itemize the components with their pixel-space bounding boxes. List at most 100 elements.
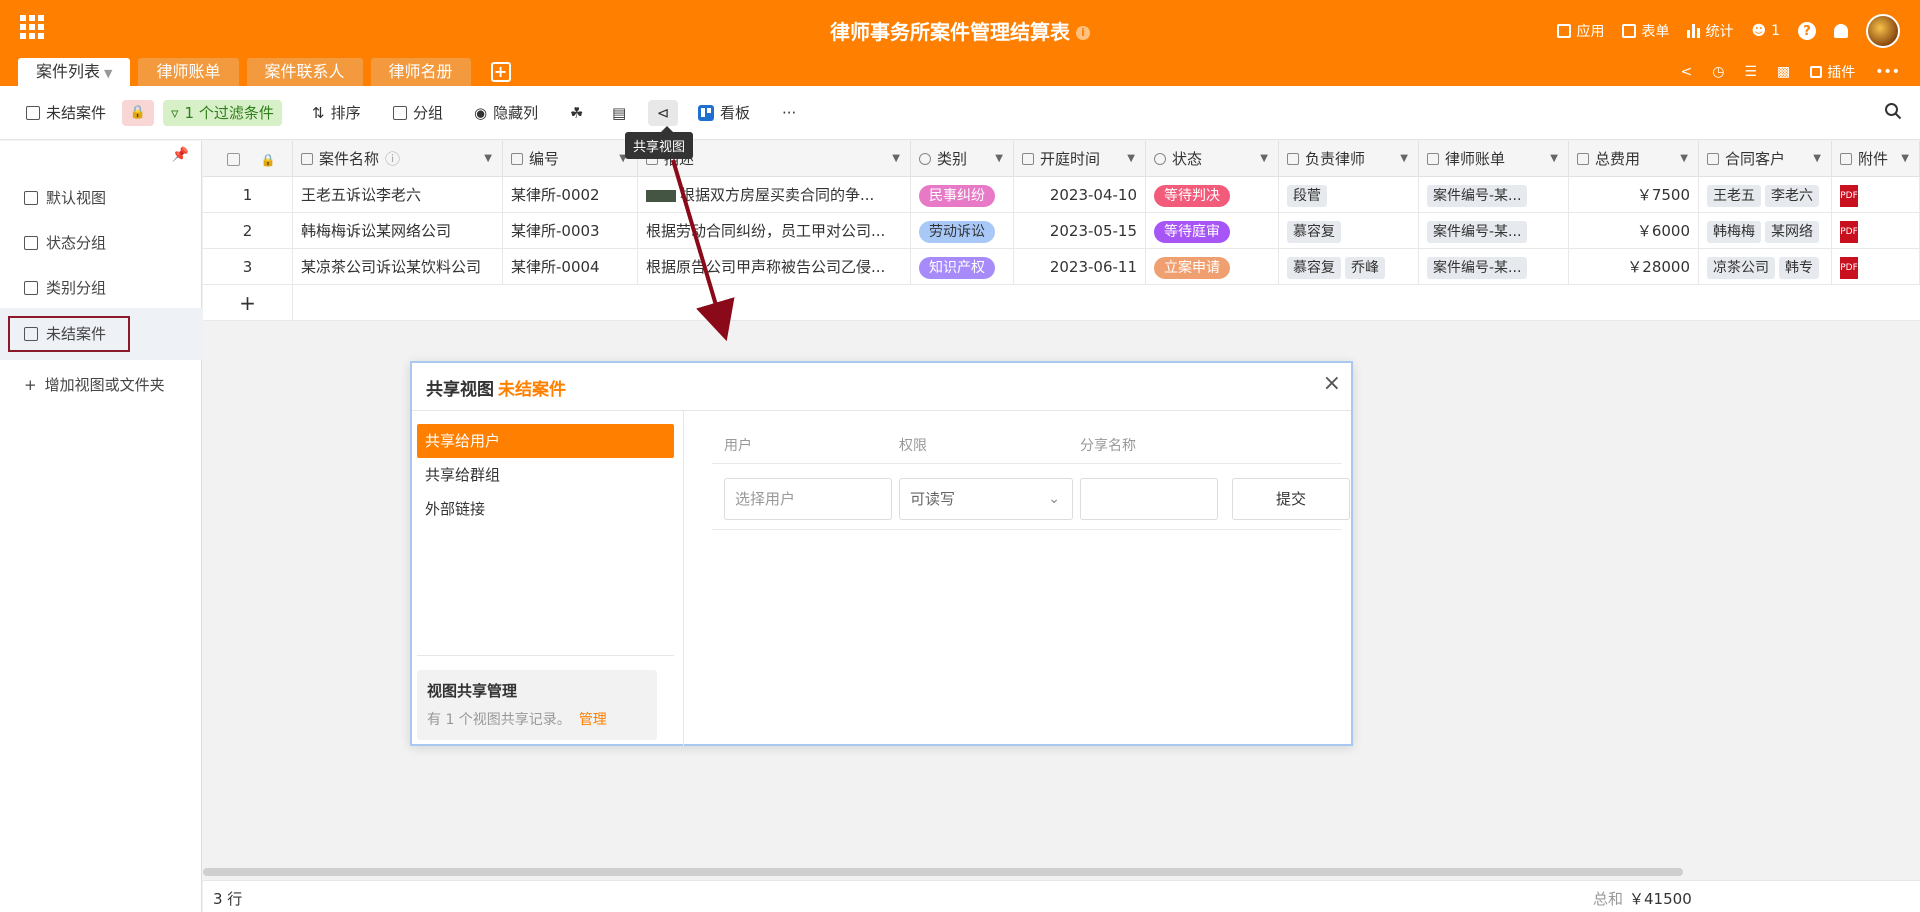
cell-bill[interactable]: 案件编号-某... xyxy=(1419,249,1569,285)
cell-category[interactable]: 知识产权 xyxy=(911,249,1014,285)
avatar[interactable] xyxy=(1866,14,1900,48)
dropdown-icon[interactable]: ▼ xyxy=(1813,141,1821,177)
sidebar-item-default-view[interactable]: 默认视图 xyxy=(24,185,106,211)
pdf-file-icon[interactable]: PDF xyxy=(1840,184,1858,207)
cell-lawyer[interactable]: 慕容复 乔峰 xyxy=(1279,249,1419,285)
add-row[interactable]: + xyxy=(203,285,1920,321)
cell-code[interactable]: 某律所-0003 xyxy=(503,213,638,249)
tab-lawyer-roster[interactable]: 律师名册 xyxy=(370,58,471,86)
info-icon[interactable]: i xyxy=(1076,26,1090,40)
cell-lawyer[interactable]: 段菅 xyxy=(1279,177,1419,213)
cell-case-name[interactable]: 韩梅梅诉讼某网络公司 xyxy=(293,213,503,249)
script-icon[interactable]: ▩ xyxy=(1777,64,1790,80)
column-header-client[interactable]: 合同客户 ▼ xyxy=(1699,141,1832,177)
forms-button[interactable]: 表单 xyxy=(1622,21,1669,41)
row-height-icon[interactable]: ▤ xyxy=(612,100,626,126)
table-row[interactable]: 3 某凉茶公司诉讼某饮料公司 某律所-0004 根据原告公司甲声称被告公司乙侵.… xyxy=(203,249,1920,285)
column-header-total-fee[interactable]: 总费用 ▼ xyxy=(1569,141,1699,177)
bell-icon[interactable] xyxy=(1834,24,1848,38)
cell-client[interactable]: 韩梅梅 某网络 xyxy=(1699,213,1832,249)
submit-button[interactable]: 提交 xyxy=(1232,478,1350,520)
cell-date[interactable]: 2023-05-15 xyxy=(1014,213,1146,249)
cell-description[interactable]: 根据双方房屋买卖合同的争... xyxy=(638,177,911,213)
tab-case-contacts[interactable]: 案件联系人 xyxy=(246,58,363,86)
cell-category[interactable]: 民事纠纷 xyxy=(911,177,1014,213)
dropdown-icon[interactable]: ▼ xyxy=(995,141,1003,177)
tab-case-list[interactable]: 案件列表 ▼ xyxy=(18,58,131,86)
share-icon[interactable]: < xyxy=(1680,64,1692,80)
paint-bucket-icon[interactable]: ☘ xyxy=(570,100,583,126)
column-header-attachment[interactable]: 附件 ▼ xyxy=(1832,141,1920,177)
select-all-checkbox[interactable] xyxy=(227,153,240,166)
stats-button[interactable]: 统计 xyxy=(1687,21,1733,41)
cell-bill[interactable]: 案件编号-某... xyxy=(1419,213,1569,249)
apps-button[interactable]: 应用 xyxy=(1557,21,1604,41)
cell-case-name[interactable]: 某凉茶公司诉讼某饮料公司 xyxy=(293,249,503,285)
pdf-file-icon[interactable]: PDF xyxy=(1840,220,1858,243)
share-view-button[interactable]: ⊲ xyxy=(648,100,678,126)
search-icon[interactable] xyxy=(1884,102,1902,120)
cell-date[interactable]: 2023-04-10 xyxy=(1014,177,1146,213)
share-name-input[interactable] xyxy=(1080,478,1218,520)
add-table-button[interactable]: + xyxy=(490,62,511,82)
cell-bill[interactable]: 案件编号-某... xyxy=(1419,177,1569,213)
dropdown-icon[interactable]: ▼ xyxy=(1400,141,1408,177)
horizontal-scrollbar[interactable] xyxy=(203,868,1683,876)
lock-icon[interactable]: 🔒 xyxy=(122,100,154,126)
cell-attachment[interactable]: PDF xyxy=(1832,213,1920,249)
cell-category[interactable]: 劳动诉讼 xyxy=(911,213,1014,249)
cell-code[interactable]: 某律所-0002 xyxy=(503,177,638,213)
cell-description[interactable]: 根据原告公司甲声称被告公司乙侵... xyxy=(638,249,911,285)
help-icon[interactable]: ? xyxy=(1798,22,1816,40)
cell-status[interactable]: 等待庭审 xyxy=(1146,213,1279,249)
cell-client[interactable]: 凉茶公司 韩专 xyxy=(1699,249,1832,285)
collaborators-button[interactable]: ☻ 1 xyxy=(1751,23,1780,39)
add-row-button[interactable]: + xyxy=(203,285,293,321)
manage-link[interactable]: 管理 xyxy=(579,712,607,728)
dropdown-icon[interactable]: ▼ xyxy=(484,141,492,177)
user-select[interactable]: 选择用户 xyxy=(724,478,892,520)
cell-client[interactable]: 王老五 李老六 xyxy=(1699,177,1832,213)
pin-icon[interactable]: 📌 xyxy=(172,147,189,163)
column-header-category[interactable]: 类别 ▼ xyxy=(911,141,1014,177)
dropdown-icon[interactable]: ▼ xyxy=(1901,141,1909,177)
pdf-file-icon[interactable]: PDF xyxy=(1840,256,1858,279)
hide-columns-button[interactable]: ◉ 隐藏列 xyxy=(474,100,538,126)
group-button[interactable]: 分组 xyxy=(393,100,443,126)
column-header-status[interactable]: 状态 ▼ xyxy=(1146,141,1279,177)
cell-lawyer[interactable]: 慕容复 xyxy=(1279,213,1419,249)
column-header-name[interactable]: 案件名称 ⓘ ▼ xyxy=(293,141,503,177)
table-row[interactable]: 1 王老五诉讼李老六 某律所-0002 根据双方房屋买卖合同的争... 民事纠纷… xyxy=(203,177,1920,213)
history-icon[interactable]: ◷ xyxy=(1712,64,1724,80)
cell-status[interactable]: 立案申请 xyxy=(1146,249,1279,285)
column-header-date[interactable]: 开庭时间 ▼ xyxy=(1014,141,1146,177)
column-header-lawyer[interactable]: 负责律师 ▼ xyxy=(1279,141,1419,177)
permission-select[interactable]: 可读写 ⌄ xyxy=(899,478,1073,520)
nav-share-to-groups[interactable]: 共享给群组 xyxy=(417,458,674,492)
plugins-button[interactable]: 插件 xyxy=(1810,62,1855,82)
nav-share-to-users[interactable]: 共享给用户 xyxy=(417,424,674,458)
tab-lawyer-bills[interactable]: 律师账单 xyxy=(138,58,239,86)
column-header-code[interactable]: 编号 ▼ xyxy=(503,141,638,177)
column-header-bill[interactable]: 律师账单 ▼ xyxy=(1419,141,1569,177)
sidebar-item-status-group[interactable]: 状态分组 xyxy=(24,230,106,256)
more-button[interactable]: ··· xyxy=(782,100,796,126)
close-icon[interactable]: × xyxy=(1323,371,1341,396)
caret-down-icon[interactable]: ▼ xyxy=(104,67,112,80)
filter-button[interactable]: ▿ 1 个过滤条件 xyxy=(163,100,282,126)
sort-button[interactable]: ⇅ 排序 xyxy=(312,100,361,126)
nav-external-link[interactable]: 外部链接 xyxy=(417,492,674,526)
settings-icon[interactable]: ☰ xyxy=(1744,64,1757,80)
table-row[interactable]: 2 韩梅梅诉讼某网络公司 某律所-0003 根据劳动合同纠纷，员工甲对公司...… xyxy=(203,213,1920,249)
dropdown-icon[interactable]: ▼ xyxy=(892,141,900,177)
cell-date[interactable]: 2023-06-11 xyxy=(1014,249,1146,285)
add-view-button[interactable]: + 增加视图或文件夹 xyxy=(24,372,165,398)
cell-code[interactable]: 某律所-0004 xyxy=(503,249,638,285)
view-name-button[interactable]: 未结案件 xyxy=(26,100,106,126)
cell-case-name[interactable]: 王老五诉讼李老六 xyxy=(293,177,503,213)
dropdown-icon[interactable]: ▼ xyxy=(1680,141,1688,177)
dropdown-icon[interactable]: ▼ xyxy=(1260,141,1268,177)
kanban-button[interactable]: 看板 xyxy=(698,100,750,126)
cell-description[interactable]: 根据劳动合同纠纷，员工甲对公司... xyxy=(638,213,911,249)
dropdown-icon[interactable]: ▼ xyxy=(1550,141,1558,177)
